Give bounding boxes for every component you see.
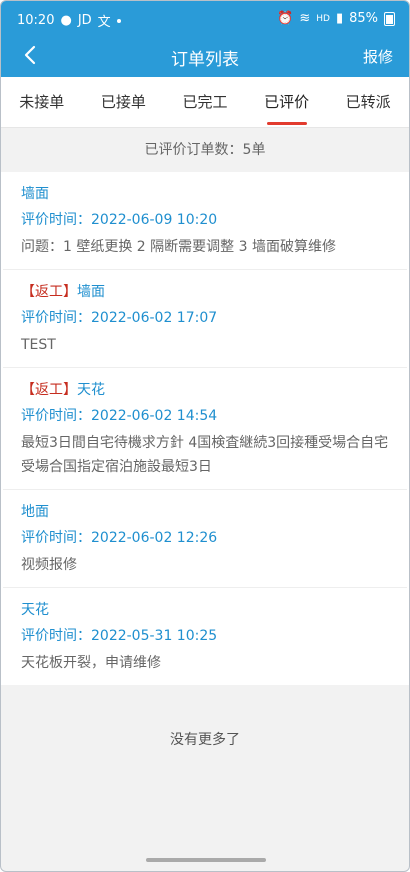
cell-signal-icon: ▮ [335, 11, 344, 26]
order-title: 天花 [21, 599, 389, 621]
order-item[interactable]: 地面 评价时间：2022-06-02 12:26 视频报修 [3, 490, 407, 588]
rework-tag: 【返工】 [21, 284, 77, 300]
battery-icon [384, 11, 395, 26]
order-description: 天花板开裂，申请维修 [21, 655, 161, 671]
tab-label: 已评价 [264, 93, 310, 111]
status-time: 10:20 [17, 13, 55, 28]
order-title: 地面 [21, 501, 389, 523]
time-value: 2022-05-31 10:25 [91, 628, 218, 644]
order-rated-time: 评价时间：2022-06-02 12:26 [21, 527, 389, 549]
wifi-icon: ≋ [299, 11, 311, 26]
rework-tag: 【返工】 [21, 382, 77, 398]
order-rated-time: 评价时间：2022-05-31 10:25 [21, 625, 389, 647]
time-label: 评价时间： [21, 408, 91, 424]
time-value: 2022-06-02 14:54 [91, 408, 218, 424]
tab-transferred[interactable]: 已转派 [327, 77, 409, 127]
order-title: 【返工】天花 [21, 379, 389, 401]
order-item[interactable]: 天花 评价时间：2022-05-31 10:25 天花板开裂，申请维修 [3, 588, 407, 685]
tab-label: 未接单 [19, 93, 65, 111]
order-rated-time: 评价时间：2022-06-02 14:54 [21, 405, 389, 427]
no-more-label: 没有更多了 [170, 732, 240, 748]
time-value: 2022-06-02 12:26 [91, 530, 218, 546]
tab-rated[interactable]: 已评价 [246, 77, 328, 127]
time-label: 评价时间： [21, 628, 91, 644]
time-label: 评价时间： [21, 212, 91, 228]
nav-bar: 订单列表 报修 [1, 35, 409, 77]
order-item[interactable]: 墙面 评价时间：2022-06-09 10:20 问题：1 壁纸更换 2 隔断需… [3, 172, 407, 270]
battery-percent: 85% [349, 11, 378, 26]
order-list: 墙面 评价时间：2022-06-09 10:20 问题：1 壁纸更换 2 隔断需… [1, 172, 409, 685]
app-frame: 10:20 ● JD 文 ⏰ ≋ HD ▮ 85% 订单列表 报修 未接单 已接… [0, 0, 410, 872]
order-category: 天花 [21, 602, 49, 618]
tab-accepted[interactable]: 已接单 [83, 77, 165, 127]
wechat-icon: ● [60, 13, 72, 28]
carrier-label: JD [77, 13, 92, 28]
time-value: 2022-06-09 10:20 [91, 212, 218, 228]
order-description: 视频报修 [21, 557, 77, 573]
order-title: 墙面 [21, 183, 389, 205]
active-tab-indicator [266, 122, 307, 125]
time-label: 评价时间： [21, 530, 91, 546]
time-value: 2022-06-02 17:07 [91, 310, 218, 326]
order-category: 墙面 [21, 186, 49, 202]
page-title: 订单列表 [171, 50, 239, 70]
order-rated-time: 评价时间：2022-06-09 10:20 [21, 209, 389, 231]
order-category: 天花 [77, 382, 105, 398]
order-category: 墙面 [77, 284, 105, 300]
home-indicator[interactable] [146, 858, 266, 862]
order-category: 地面 [21, 504, 49, 520]
tab-completed[interactable]: 已完工 [164, 77, 246, 127]
order-rated-time: 评价时间：2022-06-02 17:07 [21, 307, 389, 329]
tab-not-accepted[interactable]: 未接单 [1, 77, 83, 127]
order-title: 【返工】墙面 [21, 281, 389, 303]
tab-bar: 未接单 已接单 已完工 已评价 已转派 [1, 77, 409, 128]
status-bar: 10:20 ● JD 文 ⏰ ≋ HD ▮ 85% [1, 1, 409, 35]
order-description: 最短3日間自宅待機求方針 4国検査継続3回接種受場合自宅受場合国指定宿泊施設最短… [21, 435, 389, 475]
tab-label: 已接单 [100, 93, 146, 111]
signal-label: HD [316, 13, 330, 24]
order-item[interactable]: 【返工】墙面 评价时间：2022-06-02 17:07 TEST [3, 270, 407, 368]
repair-button[interactable]: 报修 [363, 46, 393, 67]
rated-order-count: 已评价订单数：5单 [144, 142, 266, 158]
tab-label: 已完工 [182, 93, 228, 111]
order-description: TEST [21, 337, 56, 353]
time-label: 评价时间： [21, 310, 91, 326]
text-icon: 文 [97, 15, 111, 30]
order-description: 问题：1 壁纸更换 2 隔断需要调整 3 墙面破算维修 [21, 239, 336, 255]
order-item[interactable]: 【返工】天花 评价时间：2022-06-02 14:54 最短3日間自宅待機求方… [3, 368, 407, 490]
notification-dot-icon [116, 18, 121, 23]
alarm-icon: ⏰ [277, 11, 294, 26]
tab-label: 已转派 [345, 93, 391, 111]
